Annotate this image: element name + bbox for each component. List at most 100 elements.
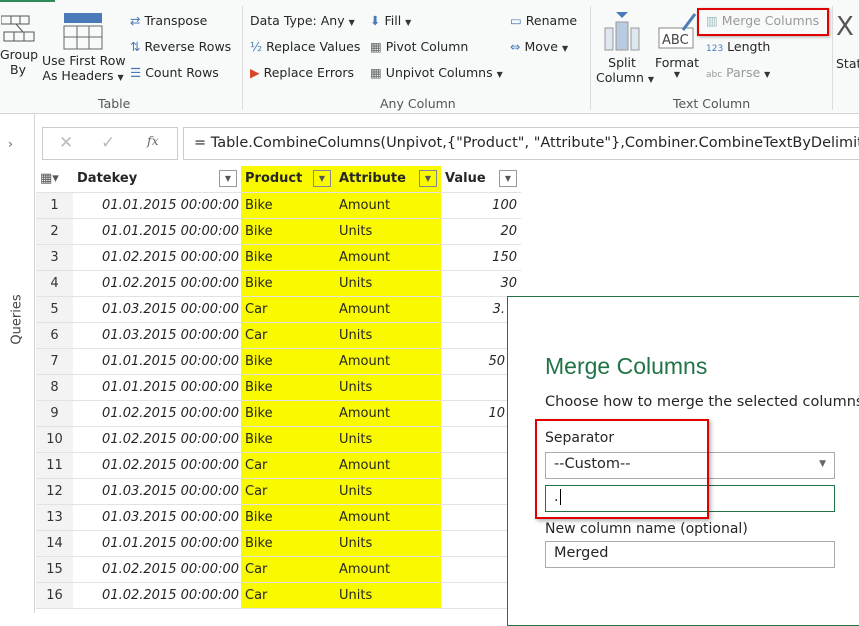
row-number[interactable]: 2 bbox=[36, 218, 73, 245]
cell-product[interactable]: Car bbox=[241, 556, 335, 583]
cell-attribute[interactable]: Units bbox=[335, 582, 441, 609]
table-row[interactable]: 8 01.01.2015 00:00:00 Bike Units bbox=[36, 374, 521, 401]
table-row[interactable]: 12 01.03.2015 00:00:00 Car Units bbox=[36, 478, 521, 505]
cell-datekey[interactable]: 01.01.2015 00:00:00 bbox=[73, 374, 241, 401]
table-menu[interactable]: ▦▾ bbox=[36, 166, 73, 193]
table-row[interactable]: 11 01.02.2015 00:00:00 Car Amount bbox=[36, 452, 521, 479]
table-row[interactable]: 6 01.03.2015 00:00:00 Car Units bbox=[36, 322, 521, 349]
cell-attribute[interactable]: Units bbox=[335, 218, 441, 245]
cell-datekey[interactable]: 01.01.2015 00:00:00 bbox=[73, 530, 241, 557]
row-number[interactable]: 8 bbox=[36, 374, 73, 401]
filter-dropdown-icon[interactable]: ▼ bbox=[219, 170, 237, 187]
cell-attribute[interactable]: Amount bbox=[335, 452, 441, 479]
cell-value[interactable]: 30 bbox=[441, 270, 521, 297]
data-type-dropdown[interactable]: Data Type: Any ▼ bbox=[250, 13, 355, 28]
cell-product[interactable]: Car bbox=[241, 452, 335, 479]
row-number[interactable]: 13 bbox=[36, 504, 73, 531]
cell-datekey[interactable]: 01.02.2015 00:00:00 bbox=[73, 270, 241, 297]
cell-datekey[interactable]: 01.02.2015 00:00:00 bbox=[73, 400, 241, 427]
table-row[interactable]: 15 01.02.2015 00:00:00 Car Amount bbox=[36, 556, 521, 583]
row-number[interactable]: 9 bbox=[36, 400, 73, 427]
cell-attribute[interactable]: Units bbox=[335, 270, 441, 297]
column-header-datekey[interactable]: Datekey ▼ bbox=[73, 166, 241, 193]
reverse-rows-button[interactable]: ⇅ Reverse Rows bbox=[130, 39, 231, 54]
cell-datekey[interactable]: 01.02.2015 00:00:00 bbox=[73, 244, 241, 271]
move-button[interactable]: ⇔ Move ▼ bbox=[510, 39, 568, 54]
row-number[interactable]: 3 bbox=[36, 244, 73, 271]
table-row[interactable]: 4 01.02.2015 00:00:00 Bike Units 30 bbox=[36, 270, 521, 297]
confirm-icon[interactable]: ✓ bbox=[101, 133, 115, 153]
cell-product[interactable]: Bike bbox=[241, 192, 335, 219]
expand-queries-icon[interactable]: › bbox=[8, 136, 13, 151]
table-row[interactable]: 10 01.02.2015 00:00:00 Bike Units bbox=[36, 426, 521, 453]
cell-product[interactable]: Car bbox=[241, 322, 335, 349]
cell-product[interactable]: Bike bbox=[241, 400, 335, 427]
cell-datekey[interactable]: 01.01.2015 00:00:00 bbox=[73, 348, 241, 375]
cell-product[interactable]: Car bbox=[241, 582, 335, 609]
use-first-row-button[interactable]: Use First Row As Headers ▼ bbox=[42, 12, 126, 83]
row-number[interactable]: 10 bbox=[36, 426, 73, 453]
row-number[interactable]: 14 bbox=[36, 530, 73, 557]
cell-attribute[interactable]: Units bbox=[335, 478, 441, 505]
new-column-name-input[interactable]: Merged bbox=[545, 541, 835, 568]
table-row[interactable]: 9 01.02.2015 00:00:00 Bike Amount 10 bbox=[36, 400, 521, 427]
cell-datekey[interactable]: 01.03.2015 00:00:00 bbox=[73, 504, 241, 531]
queries-pane[interactable]: › Queries bbox=[0, 114, 35, 613]
cell-product[interactable]: Bike bbox=[241, 244, 335, 271]
cell-value[interactable]: 20 bbox=[441, 218, 521, 245]
fx-icon[interactable]: fx bbox=[147, 133, 159, 148]
parse-button[interactable]: abc Parse ▼ bbox=[706, 65, 770, 80]
cell-attribute[interactable]: Amount bbox=[335, 192, 441, 219]
cell-attribute[interactable]: Units bbox=[335, 322, 441, 349]
rename-button[interactable]: ▭ Rename bbox=[510, 13, 577, 28]
replace-values-button[interactable]: ½ Replace Values bbox=[250, 39, 360, 54]
row-number[interactable]: 15 bbox=[36, 556, 73, 583]
table-row[interactable]: 5 01.03.2015 00:00:00 Car Amount 3. bbox=[36, 296, 521, 323]
cell-product[interactable]: Car bbox=[241, 296, 335, 323]
table-row[interactable]: 16 01.02.2015 00:00:00 Car Units bbox=[36, 582, 521, 609]
cell-product[interactable]: Bike bbox=[241, 530, 335, 557]
unpivot-columns-button[interactable]: ▦ Unpivot Columns ▼ bbox=[370, 65, 503, 80]
table-row[interactable]: 13 01.03.2015 00:00:00 Bike Amount bbox=[36, 504, 521, 531]
cell-attribute[interactable]: Units bbox=[335, 374, 441, 401]
filter-dropdown-icon[interactable]: ▼ bbox=[313, 170, 331, 187]
fill-button[interactable]: ⬇ Fill ▼ bbox=[370, 13, 411, 28]
cell-product[interactable]: Car bbox=[241, 478, 335, 505]
cell-datekey[interactable]: 01.03.2015 00:00:00 bbox=[73, 478, 241, 505]
cell-product[interactable]: Bike bbox=[241, 504, 335, 531]
cell-datekey[interactable]: 01.01.2015 00:00:00 bbox=[73, 192, 241, 219]
cell-product[interactable]: Bike bbox=[241, 426, 335, 453]
column-header-attribute[interactable]: Attribute ▼ bbox=[335, 166, 441, 193]
cell-attribute[interactable]: Amount bbox=[335, 556, 441, 583]
split-column-button[interactable]: Split Column ▼ bbox=[596, 12, 654, 85]
column-header-value[interactable]: Value ▼ bbox=[441, 166, 521, 193]
transpose-button[interactable]: ⇄ Transpose bbox=[130, 13, 207, 28]
format-button[interactable]: ABC Format ▼ bbox=[654, 12, 700, 79]
row-number[interactable]: 5 bbox=[36, 296, 73, 323]
row-number[interactable]: 1 bbox=[36, 192, 73, 219]
table-row[interactable]: 3 01.02.2015 00:00:00 Bike Amount 150 bbox=[36, 244, 521, 271]
column-header-product[interactable]: Product ▼ bbox=[241, 166, 335, 193]
table-row[interactable]: 14 01.01.2015 00:00:00 Bike Units bbox=[36, 530, 521, 557]
row-number[interactable]: 12 bbox=[36, 478, 73, 505]
cancel-icon[interactable]: ✕ bbox=[59, 133, 73, 153]
cell-datekey[interactable]: 01.02.2015 00:00:00 bbox=[73, 582, 241, 609]
cell-attribute[interactable]: Amount bbox=[335, 244, 441, 271]
cell-datekey[interactable]: 01.01.2015 00:00:00 bbox=[73, 218, 241, 245]
cell-product[interactable]: Bike bbox=[241, 374, 335, 401]
cell-attribute[interactable]: Amount bbox=[335, 400, 441, 427]
cell-attribute[interactable]: Amount bbox=[335, 504, 441, 531]
length-button[interactable]: 123 Length bbox=[706, 39, 770, 54]
table-row[interactable]: 1 01.01.2015 00:00:00 Bike Amount 100 bbox=[36, 192, 521, 219]
replace-errors-button[interactable]: ▶ Replace Errors bbox=[250, 65, 354, 80]
cell-datekey[interactable]: 01.02.2015 00:00:00 bbox=[73, 426, 241, 453]
cell-product[interactable]: Bike bbox=[241, 218, 335, 245]
group-by-button[interactable]: Group By bbox=[0, 12, 38, 77]
cell-datekey[interactable]: 01.03.2015 00:00:00 bbox=[73, 322, 241, 349]
table-row[interactable]: 7 01.01.2015 00:00:00 Bike Amount 50 bbox=[36, 348, 521, 375]
row-number[interactable]: 11 bbox=[36, 452, 73, 479]
table-row[interactable]: 2 01.01.2015 00:00:00 Bike Units 20 bbox=[36, 218, 521, 245]
cell-datekey[interactable]: 01.03.2015 00:00:00 bbox=[73, 296, 241, 323]
cell-attribute[interactable]: Amount bbox=[335, 296, 441, 323]
cell-value[interactable]: 150 bbox=[441, 244, 521, 271]
